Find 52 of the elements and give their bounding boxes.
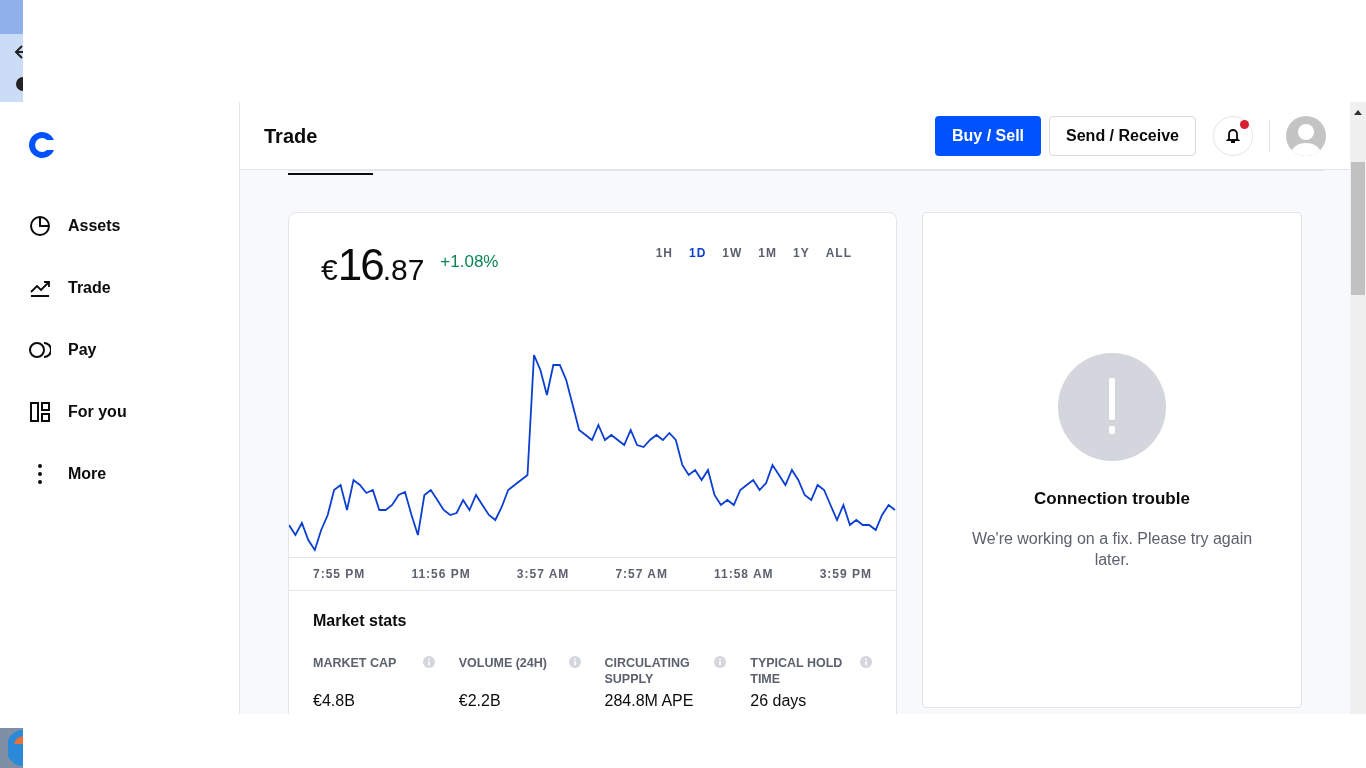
warning-icon bbox=[1058, 353, 1166, 461]
info-icon[interactable] bbox=[568, 656, 581, 668]
scroll-up-icon[interactable] bbox=[1354, 110, 1362, 115]
sidebar-item[interactable]: Pay bbox=[23, 332, 239, 368]
page-title: Trade bbox=[264, 123, 319, 149]
time-label: 11:58 AM bbox=[714, 566, 774, 583]
stat-value: 26 days bbox=[750, 691, 808, 711]
more-icon bbox=[38, 464, 42, 484]
info-icon[interactable] bbox=[860, 656, 872, 668]
error-message: We're working on a fix. Please try again later. bbox=[970, 528, 1254, 570]
price: €16.87 bbox=[321, 243, 425, 291]
stat-value: 284.8M APE bbox=[604, 691, 695, 711]
range-tab[interactable]: 1Y bbox=[789, 244, 814, 262]
sidebar-item[interactable]: More bbox=[23, 456, 239, 492]
stat-label: TYPICAL HOLD TIME bbox=[750, 655, 844, 687]
circles-icon bbox=[29, 339, 51, 361]
send-receive-button[interactable]: Send / Receive bbox=[1049, 115, 1196, 156]
avatar-icon[interactable] bbox=[1286, 115, 1326, 156]
buy-sell-button[interactable]: Buy / Sell bbox=[935, 115, 1042, 156]
pie-chart-icon bbox=[29, 215, 51, 237]
time-label: 7:55 PM bbox=[313, 566, 366, 583]
grid-icon bbox=[29, 401, 51, 423]
range-tab[interactable]: ALL bbox=[821, 244, 856, 262]
sidebar-item[interactable]: Trade bbox=[23, 270, 239, 306]
sidebar-item[interactable]: Assets bbox=[23, 208, 239, 244]
time-label: 7:57 AM bbox=[615, 566, 668, 583]
scrollbar[interactable] bbox=[1350, 102, 1366, 714]
range-tab[interactable]: 1M bbox=[754, 244, 781, 262]
browser-tab-strip bbox=[0, 0, 23, 34]
stat-value: €4.8B bbox=[313, 691, 356, 711]
range-tab[interactable]: 1D bbox=[684, 244, 711, 262]
bell-icon bbox=[1226, 127, 1240, 144]
stat-label: VOLUME (24H) bbox=[458, 655, 547, 671]
time-label: 3:57 AM bbox=[516, 566, 570, 583]
stat-label: CIRCULATING SUPPLY bbox=[604, 655, 691, 687]
sidebar-item[interactable]: For you bbox=[23, 394, 239, 430]
section-title: Market stats bbox=[313, 611, 408, 631]
range-tab[interactable]: 1W bbox=[718, 244, 747, 262]
stat-value: €2.2B bbox=[458, 691, 502, 711]
info-icon[interactable] bbox=[422, 656, 435, 668]
error-title: Connection trouble bbox=[1034, 488, 1190, 510]
price-change: +1.08% bbox=[440, 251, 499, 273]
stat-label: MARKET CAP bbox=[313, 655, 397, 671]
range-tab[interactable]: 1H bbox=[651, 244, 677, 262]
browser-toolbar bbox=[0, 34, 23, 102]
back-arrow-icon[interactable] bbox=[14, 44, 23, 60]
info-icon[interactable] bbox=[714, 656, 727, 668]
start-orb-icon[interactable] bbox=[8, 730, 23, 766]
notifications-button[interactable] bbox=[1213, 115, 1253, 156]
time-label: 11:56 PM bbox=[411, 566, 471, 583]
scroll-thumb[interactable] bbox=[1351, 162, 1365, 295]
time-label: 3:59 PM bbox=[819, 566, 872, 583]
